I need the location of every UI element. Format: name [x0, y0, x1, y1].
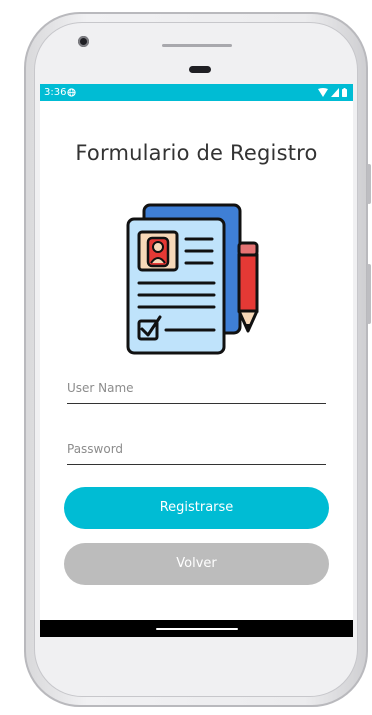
front-camera [78, 36, 89, 47]
volume-button [367, 164, 371, 204]
status-icons [318, 88, 347, 97]
home-indicator[interactable] [156, 628, 238, 630]
wifi-icon [318, 88, 328, 97]
navigation-bar [40, 620, 353, 637]
status-time: 3:36 [44, 87, 67, 98]
username-input[interactable] [67, 377, 326, 399]
registration-form-illustration [126, 203, 259, 355]
password-field[interactable] [67, 438, 326, 465]
earpiece [189, 66, 211, 73]
speaker-grille [162, 44, 232, 47]
username-field[interactable] [67, 377, 326, 404]
pencil-icon [237, 241, 259, 333]
power-button [367, 264, 371, 324]
status-bar: 3:36 [40, 84, 353, 101]
register-button[interactable]: Registrarse [64, 487, 329, 529]
back-button[interactable]: Volver [64, 543, 329, 585]
globe-icon [67, 88, 76, 97]
app-screen: 3:36 Formulario de Registro User Name Re… [40, 84, 353, 637]
password-input[interactable] [67, 438, 326, 460]
signal-icon [331, 88, 339, 97]
page-title: Formulario de Registro [75, 141, 318, 165]
battery-icon [342, 88, 347, 97]
